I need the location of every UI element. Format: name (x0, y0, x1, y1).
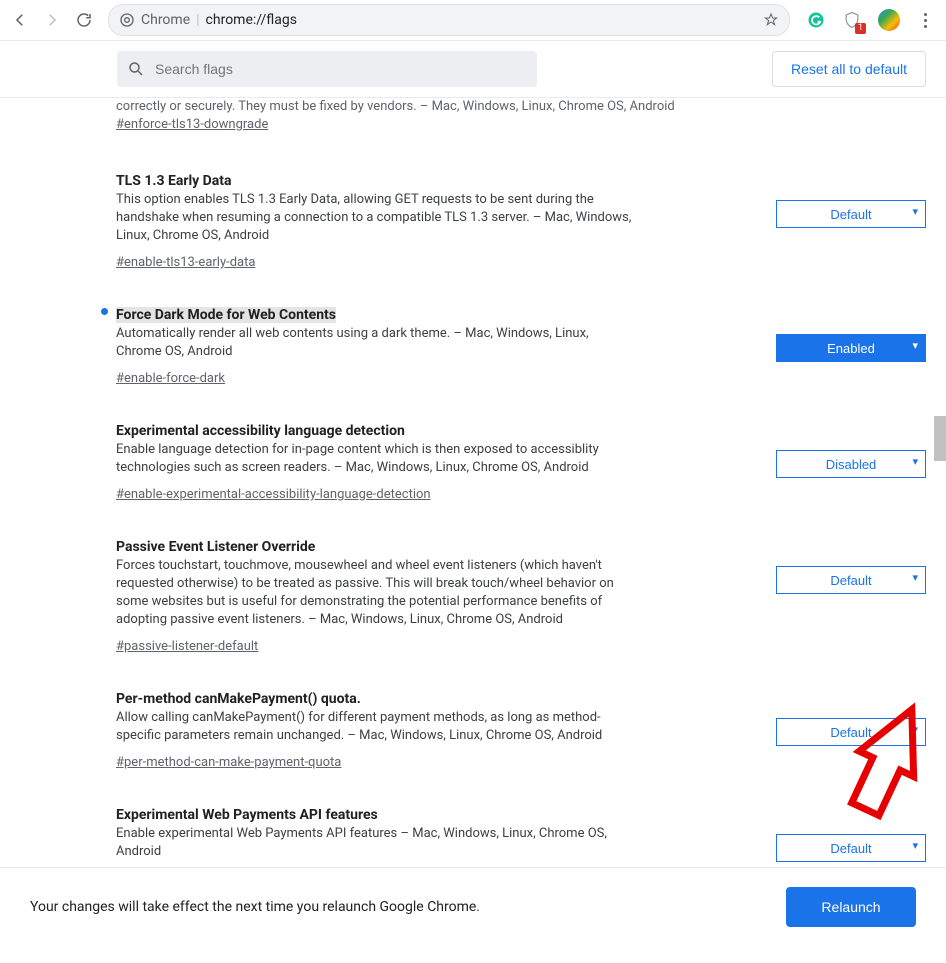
flag-title: Force Dark Mode for Web Contents (116, 307, 336, 323)
flag-item: Per-method canMakePayment() quota. Allow … (98, 670, 926, 770)
flag-anchor-link[interactable]: #enforce-tls13-downgrade (116, 116, 268, 134)
modified-indicator (98, 804, 110, 808)
menu-button[interactable] (916, 11, 934, 29)
flag-anchor-link[interactable]: #enable-experimental-accessibility-langu… (116, 487, 431, 502)
bookmark-star-icon[interactable] (763, 12, 779, 28)
flag-select-wrap: Default (776, 804, 926, 862)
flag-select[interactable]: Enabled (776, 334, 926, 362)
flag-title: Experimental accessibility language dete… (116, 423, 405, 439)
flag-description: correctly or securely. They must be fixe… (116, 98, 926, 116)
flag-body: Per-method canMakePayment() quota. Allow … (110, 688, 776, 770)
url-separator: | (196, 12, 199, 28)
modified-indicator (98, 688, 110, 692)
flag-body: TLS 1.3 Early Data This option enables TL… (110, 170, 776, 270)
browser-toolbar: Chrome | chrome://flags 1 (0, 0, 946, 41)
modified-indicator (98, 420, 110, 424)
relaunch-button[interactable]: Relaunch (786, 887, 916, 927)
reload-button[interactable] (70, 6, 98, 34)
flag-title: TLS 1.3 Early Data (116, 173, 232, 189)
flag-select[interactable]: Default (776, 200, 926, 228)
flag-select-wrap: Default (776, 688, 926, 746)
flag-anchor-link[interactable]: #per-method-can-make-payment-quota (116, 755, 341, 770)
flags-scroll-area[interactable]: correctly or securely. They must be fixe… (0, 98, 946, 888)
flag-description: Enable language detection for in-page co… (116, 441, 636, 477)
flag-select[interactable]: Default (776, 718, 926, 746)
search-flags-box[interactable] (117, 51, 537, 87)
flag-anchor-link[interactable]: #passive-listener-default (116, 639, 258, 654)
reset-all-button[interactable]: Reset all to default (772, 51, 926, 87)
modified-indicator (98, 304, 110, 315)
flag-select-wrap: Default (776, 170, 926, 228)
reload-icon (75, 11, 93, 29)
address-bar[interactable]: Chrome | chrome://flags (108, 4, 790, 36)
relaunch-bar: Your changes will take effect the next t… (0, 867, 946, 946)
flag-anchor-link[interactable]: #enable-tls13-early-data (116, 255, 255, 270)
flag-item: Passive Event Listener Override Forces to… (98, 518, 926, 654)
relaunch-message: Your changes will take effect the next t… (30, 899, 480, 915)
arrow-left-icon (11, 11, 29, 29)
flag-item-partial: correctly or securely. They must be fixe… (98, 98, 926, 152)
url-path: chrome://flags (206, 12, 297, 28)
flag-body: Force Dark Mode for Web Contents Automati… (110, 304, 776, 386)
flag-description: This option enables TLS 1.3 Early Data, … (116, 191, 636, 245)
flag-select[interactable]: Disabled (776, 450, 926, 478)
flag-anchor-link[interactable]: #enable-force-dark (116, 371, 225, 386)
forward-button[interactable] (38, 6, 66, 34)
modified-indicator (98, 536, 110, 540)
url-host: Chrome (141, 12, 190, 28)
chrome-icon (119, 12, 135, 28)
extension-shield-icon[interactable]: 1 (842, 10, 862, 30)
flag-item: TLS 1.3 Early Data This option enables TL… (98, 152, 926, 270)
flags-header: Reset all to default (0, 41, 946, 98)
modified-indicator (98, 170, 110, 174)
flag-title: Passive Event Listener Override (116, 539, 315, 555)
extension-badge: 1 (855, 23, 866, 34)
flag-select-wrap: Default (776, 536, 926, 594)
flag-select[interactable]: Default (776, 834, 926, 862)
search-icon (127, 60, 145, 78)
back-button[interactable] (6, 6, 34, 34)
flag-body: Passive Event Listener Override Forces to… (110, 536, 776, 654)
search-input[interactable] (153, 60, 527, 78)
flag-title: Per-method canMakePayment() quota. (116, 691, 361, 707)
arrow-right-icon (43, 11, 61, 29)
flag-description: Enable experimental Web Payments API fea… (116, 825, 636, 861)
flag-item: Experimental accessibility language dete… (98, 402, 926, 502)
flag-body: Experimental accessibility language dete… (110, 420, 776, 502)
flag-title: Experimental Web Payments API features (116, 807, 378, 823)
profile-avatar[interactable] (878, 9, 900, 31)
extension-grammarly-icon[interactable] (806, 10, 826, 30)
flag-description: Automatically render all web contents us… (116, 325, 636, 361)
flag-select-wrap: Disabled (776, 420, 926, 478)
flag-select[interactable]: Default (776, 566, 926, 594)
flag-description: Forces touchstart, touchmove, mousewheel… (116, 557, 636, 629)
flag-item: Force Dark Mode for Web Contents Automati… (98, 286, 926, 386)
flag-select-wrap: Enabled (776, 304, 926, 362)
flag-description: Allow calling canMakePayment() for diffe… (116, 709, 636, 745)
scrollbar-thumb[interactable] (934, 416, 946, 461)
